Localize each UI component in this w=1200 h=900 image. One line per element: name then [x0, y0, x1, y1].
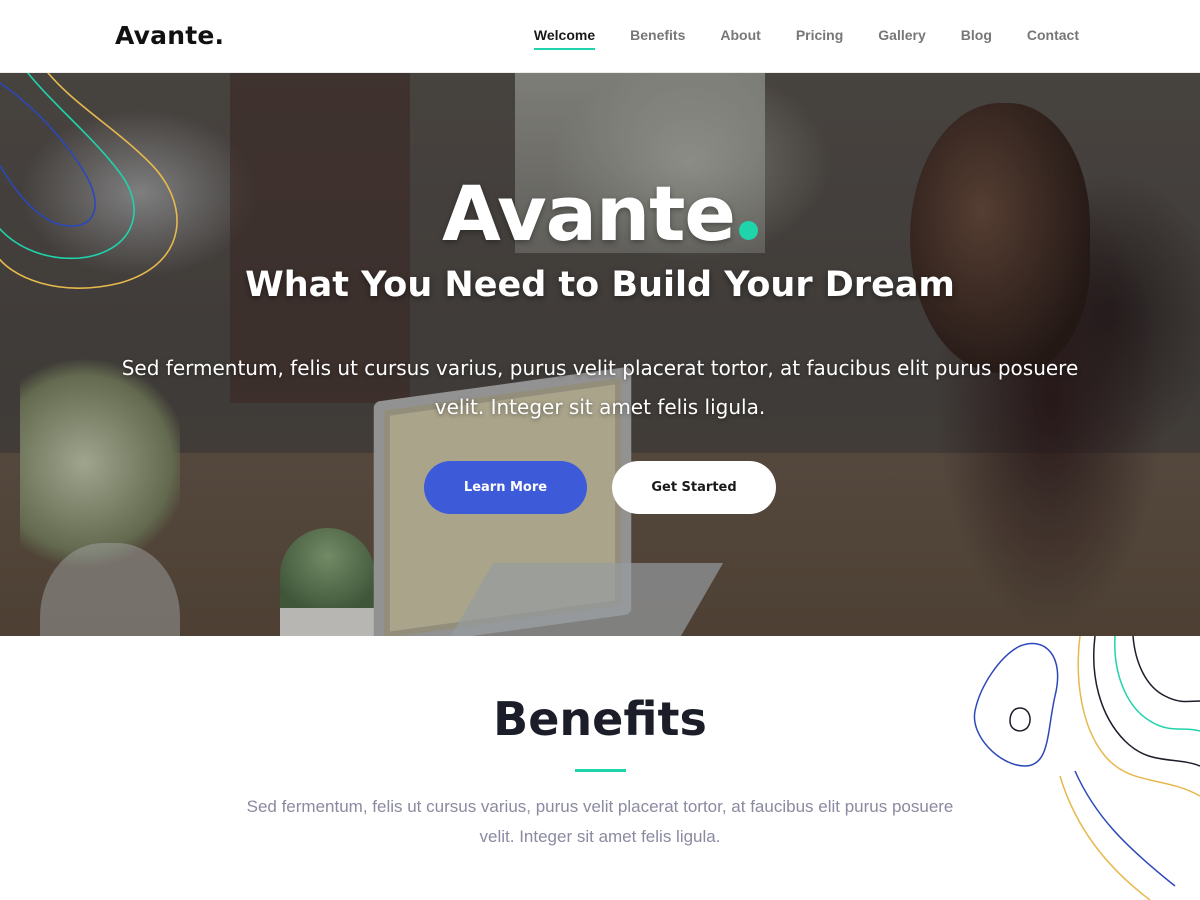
nav-link-gallery[interactable]: Gallery — [878, 0, 925, 73]
hero-content: Avante What You Need to Build Your Dream… — [0, 73, 1200, 636]
nav-link-benefits[interactable]: Benefits — [630, 0, 685, 73]
hero-title-text: Avante — [442, 169, 736, 258]
nav-link-welcome[interactable]: Welcome — [533, 0, 596, 73]
hero-description: Sed fermentum, felis ut cursus varius, p… — [121, 356, 1079, 419]
hero-title-accent-dot — [738, 221, 758, 240]
nav-link-pricing[interactable]: Pricing — [796, 0, 843, 73]
top-navbar: Avante. Welcome Benefits About Pricing G… — [0, 0, 1200, 73]
benefits-description: Sed fermentum, felis ut cursus varius, p… — [246, 797, 954, 846]
hero-title: Avante — [0, 169, 1200, 258]
site-logo[interactable]: Avante. — [115, 21, 224, 50]
get-started-button[interactable]: Get Started — [612, 461, 776, 514]
nav-link-blog[interactable]: Blog — [961, 0, 992, 73]
contour-lines-decoration-right — [973, 636, 1200, 900]
nav-link-contact[interactable]: Contact — [1027, 0, 1079, 73]
nav-link-about[interactable]: About — [720, 0, 760, 73]
main-nav: Welcome Benefits About Pricing Gallery B… — [499, 0, 1079, 73]
hero-subtitle: What You Need to Build Your Dream — [245, 265, 955, 305]
learn-more-button[interactable]: Learn More — [424, 461, 587, 514]
benefits-title-underline — [575, 769, 626, 772]
